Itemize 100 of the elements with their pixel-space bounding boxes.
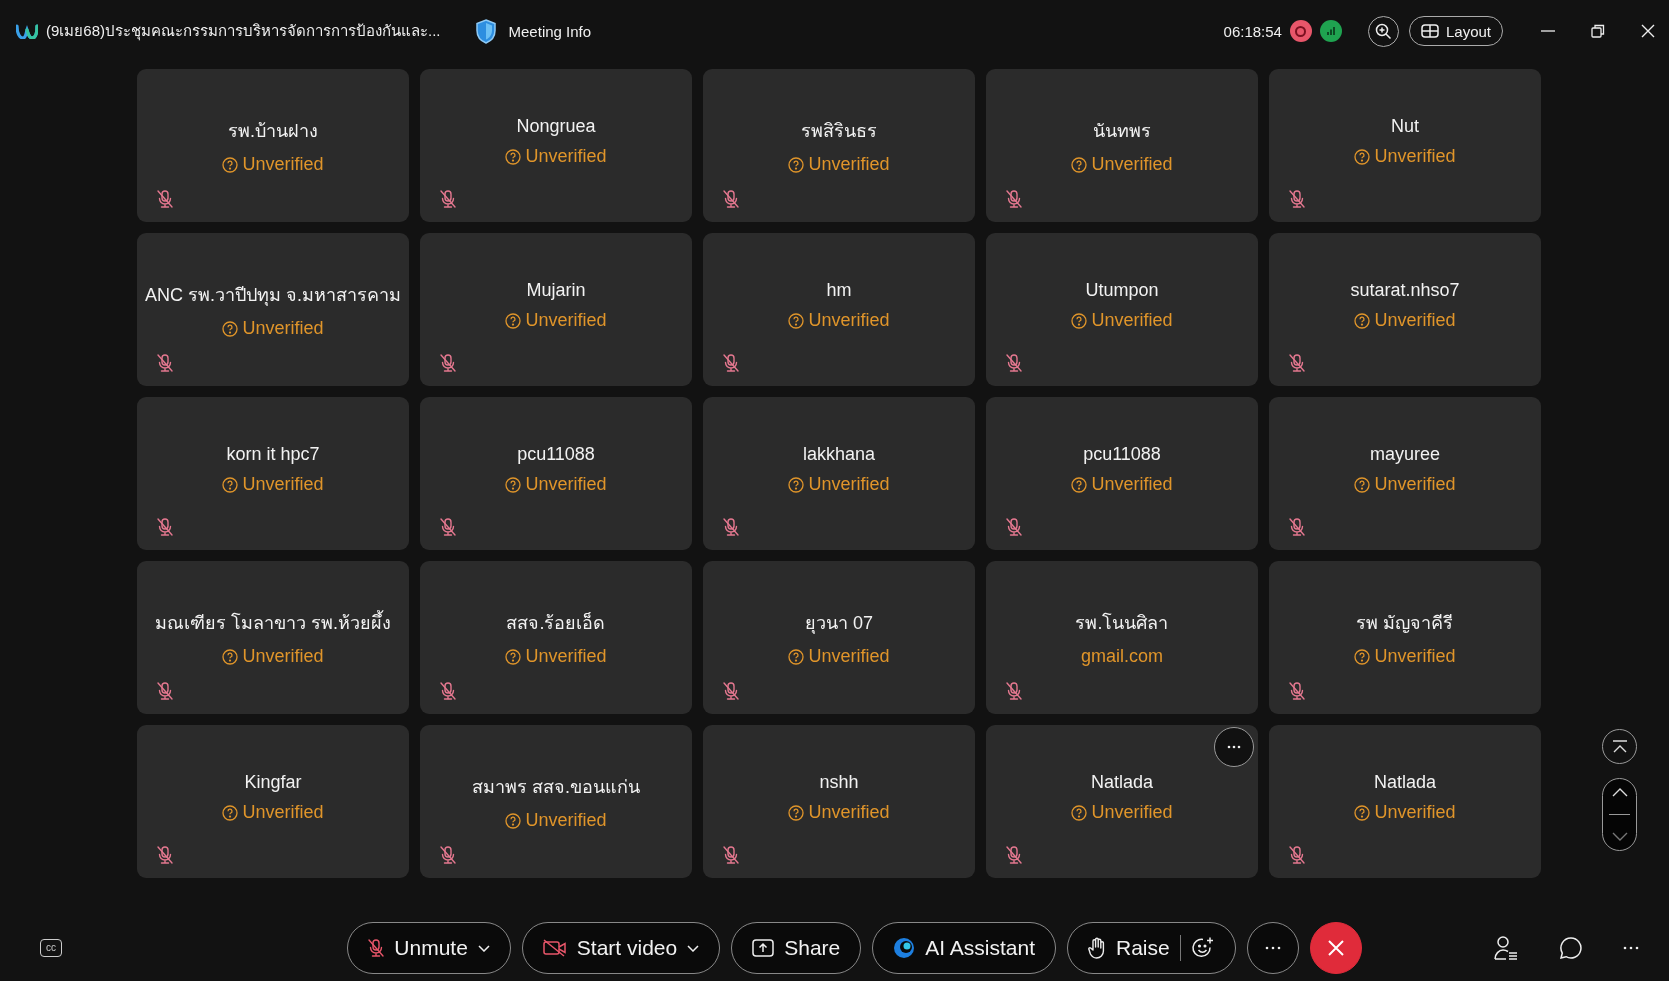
participant-name: ยุวนา 07 [805,612,873,636]
hand-icon [1088,937,1106,959]
ellipsis-icon [1227,745,1241,749]
muted-mic-icon [440,354,456,372]
raise-hand-button[interactable]: Raise [1067,922,1236,974]
elapsed-time: 06:18:54 [1223,22,1282,40]
question-icon [222,156,239,173]
verification-status: Unverified [525,146,607,167]
muted-mic-icon [1006,190,1022,208]
participant-name: Nut [1391,116,1419,137]
share-button[interactable]: Share [731,922,862,974]
more-icon[interactable] [1623,946,1639,950]
verification-status: Unverified [242,318,324,339]
participants-icon[interactable] [1493,935,1519,961]
participant-name: Nongruea [516,116,596,137]
question-icon [222,320,239,337]
verification-status: Unverified [808,474,890,495]
verification-status: Unverified [1091,154,1173,175]
more-options-button[interactable] [1214,727,1254,767]
question-icon [1071,804,1088,821]
muted-mic-icon [723,846,739,864]
verification-status: Unverified [525,646,607,667]
muted-mic-icon [1289,846,1305,864]
participant-name: Mujarin [526,280,586,301]
chevron-down-icon[interactable] [1611,832,1628,842]
verification-status: Unverified [525,474,607,495]
caret-icon[interactable] [477,944,490,952]
muted-mic-icon [440,518,456,536]
verification-status: Unverified [242,154,324,175]
participant-name: pcu11088 [517,444,595,465]
verification-status: Unverified [808,154,890,175]
question-icon [505,648,522,665]
muted-mic-icon [440,846,456,864]
question-icon [1354,648,1371,665]
app-logo-icon [16,23,38,39]
muted-mic-icon [157,682,173,700]
participant-name: สสจ.ร้อยเอ็ด [506,611,606,635]
question-icon [788,804,805,821]
participant-name: Kingfar [244,772,302,793]
question-icon [788,156,805,173]
unmute-button[interactable]: Unmute [347,922,511,974]
captions-button[interactable]: cc [40,939,62,957]
question-icon [788,476,805,493]
question-icon [1071,476,1088,493]
participant-name: mayuree [1370,444,1440,465]
verification-status: Unverified [1091,802,1173,823]
muted-mic-icon [1006,682,1022,700]
participant-name: Utumpon [1085,280,1159,301]
muted-mic-icon [157,518,173,536]
verification-status: Unverified [1374,802,1456,823]
participant-name: hm [826,280,852,301]
grid-icon [1420,24,1439,38]
leave-meeting-button[interactable] [1309,922,1362,974]
verification-status: Unverified [1091,474,1173,495]
question-icon [222,648,239,665]
question-icon [1354,804,1371,821]
close-icon[interactable] [1641,24,1655,38]
more-options-button[interactable] [1246,922,1299,974]
participant-name: sutarat.nhso7 [1350,280,1460,301]
muted-mic-icon [723,190,739,208]
participant-name: pcu11088 [1083,444,1161,465]
signal-icon [1319,20,1342,42]
scroll-top-icon [1611,739,1628,754]
verification-status: Unverified [808,310,890,331]
verification-status: Unverified [808,646,890,667]
question-icon [505,476,522,493]
caret-icon[interactable] [687,944,700,952]
restore-icon[interactable] [1591,24,1605,38]
meeting-info-link[interactable]: Meeting Info [508,22,592,40]
participant-name: มณเฑียร โมลาขาว รพ.ห้วยผึ้ง [155,608,391,637]
question-icon [1071,156,1088,173]
question-icon [1354,148,1371,165]
verification-status: Unverified [1374,474,1456,495]
participant-name: รพสิรินธร [801,120,877,143]
participant-name: รพ.โนนศิลา [1075,611,1169,635]
participant-name: korn it hpc7 [226,444,320,465]
verification-status: Unverified [525,310,607,331]
verification-status: Unverified [242,802,324,823]
question-icon [1354,312,1371,329]
question-icon [505,312,522,329]
verification-status: Unverified [808,802,890,823]
participant-name: nshh [819,772,859,793]
question-icon [505,812,522,829]
meeting-title: (9เมย68)ประชุมคณะกรรมการบริหารจัดการการป้องกันและ... [46,21,441,43]
participant-name: รพ.บ้านฝาง [228,120,318,143]
shield-icon [474,18,497,44]
chat-icon[interactable] [1559,936,1583,960]
video-off-icon [542,939,567,957]
muted-mic-icon [440,190,456,208]
muted-mic-icon [157,354,173,372]
emoji-reaction-icon[interactable] [1190,936,1215,960]
chevron-up-icon[interactable] [1611,787,1628,797]
muted-mic-icon [157,846,173,864]
share-screen-icon [752,939,775,957]
start-video-button[interactable]: Start video [521,922,721,974]
participant-name: ANC รพ.วาปีปทุม จ.มหาสารคาม [145,284,401,308]
participant-name: สมาพร สสจ.ขอนแก่น [472,776,640,799]
ellipsis-icon [1264,946,1281,950]
question-icon [1071,312,1088,329]
ai-assistant-button[interactable]: AI Assistant [872,922,1056,974]
